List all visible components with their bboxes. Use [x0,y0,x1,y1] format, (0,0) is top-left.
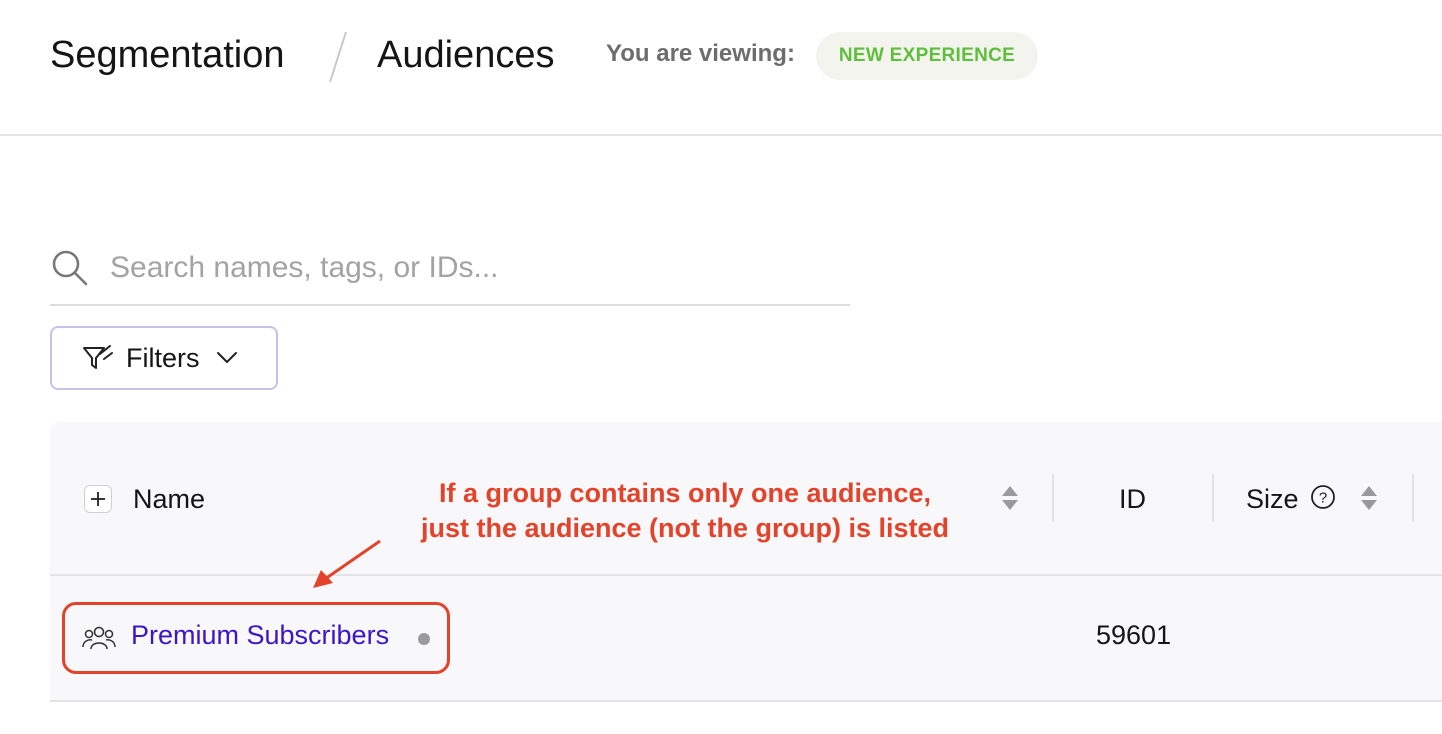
audience-id: 59601 [1096,620,1172,650]
page-header: Segmentation Audiences You are viewing: … [0,0,1442,136]
sort-icon[interactable] [1360,484,1378,512]
column-header-id[interactable]: ID [1119,484,1146,515]
search-icon [52,250,88,286]
column-divider[interactable] [1212,474,1214,522]
filters-button[interactable]: Filters [50,326,278,390]
breadcrumb-separator [329,31,347,83]
svg-text:?: ? [1319,490,1327,507]
annotation-line: just the audience (not the group) is lis… [420,513,950,543]
filters-label: Filters [126,342,200,373]
status-dot [418,633,430,645]
column-divider[interactable] [1052,474,1054,522]
annotation-text: If a group contains only one audience, j… [380,476,990,546]
experience-badge[interactable]: NEW EXPERIENCE [816,32,1038,80]
plus-icon [91,492,105,506]
search-input[interactable] [110,246,830,290]
audiences-table: Name ID Size ? Premium Subscribers 59601 [50,422,1442,702]
table-row[interactable]: Premium Subscribers 59601 [50,576,1442,702]
chevron-down-icon [216,352,237,363]
filter-icon [83,345,113,369]
breadcrumb-segmentation[interactable]: Segmentation [50,34,285,77]
people-icon [82,626,116,650]
annotation-line: If a group contains only one audience, [438,478,932,508]
search-bar [50,244,850,306]
sort-icon[interactable] [1001,484,1019,512]
column-header-size[interactable]: Size [1246,484,1299,515]
help-circle-icon[interactable]: ? [1310,484,1336,510]
column-divider[interactable] [1412,474,1414,522]
page-title: Audiences [377,34,555,76]
add-column-button[interactable] [84,485,112,513]
column-header-name[interactable]: Name [133,484,205,515]
audience-name-link[interactable]: Premium Subscribers [131,620,389,651]
viewing-label: You are viewing: [606,40,795,67]
